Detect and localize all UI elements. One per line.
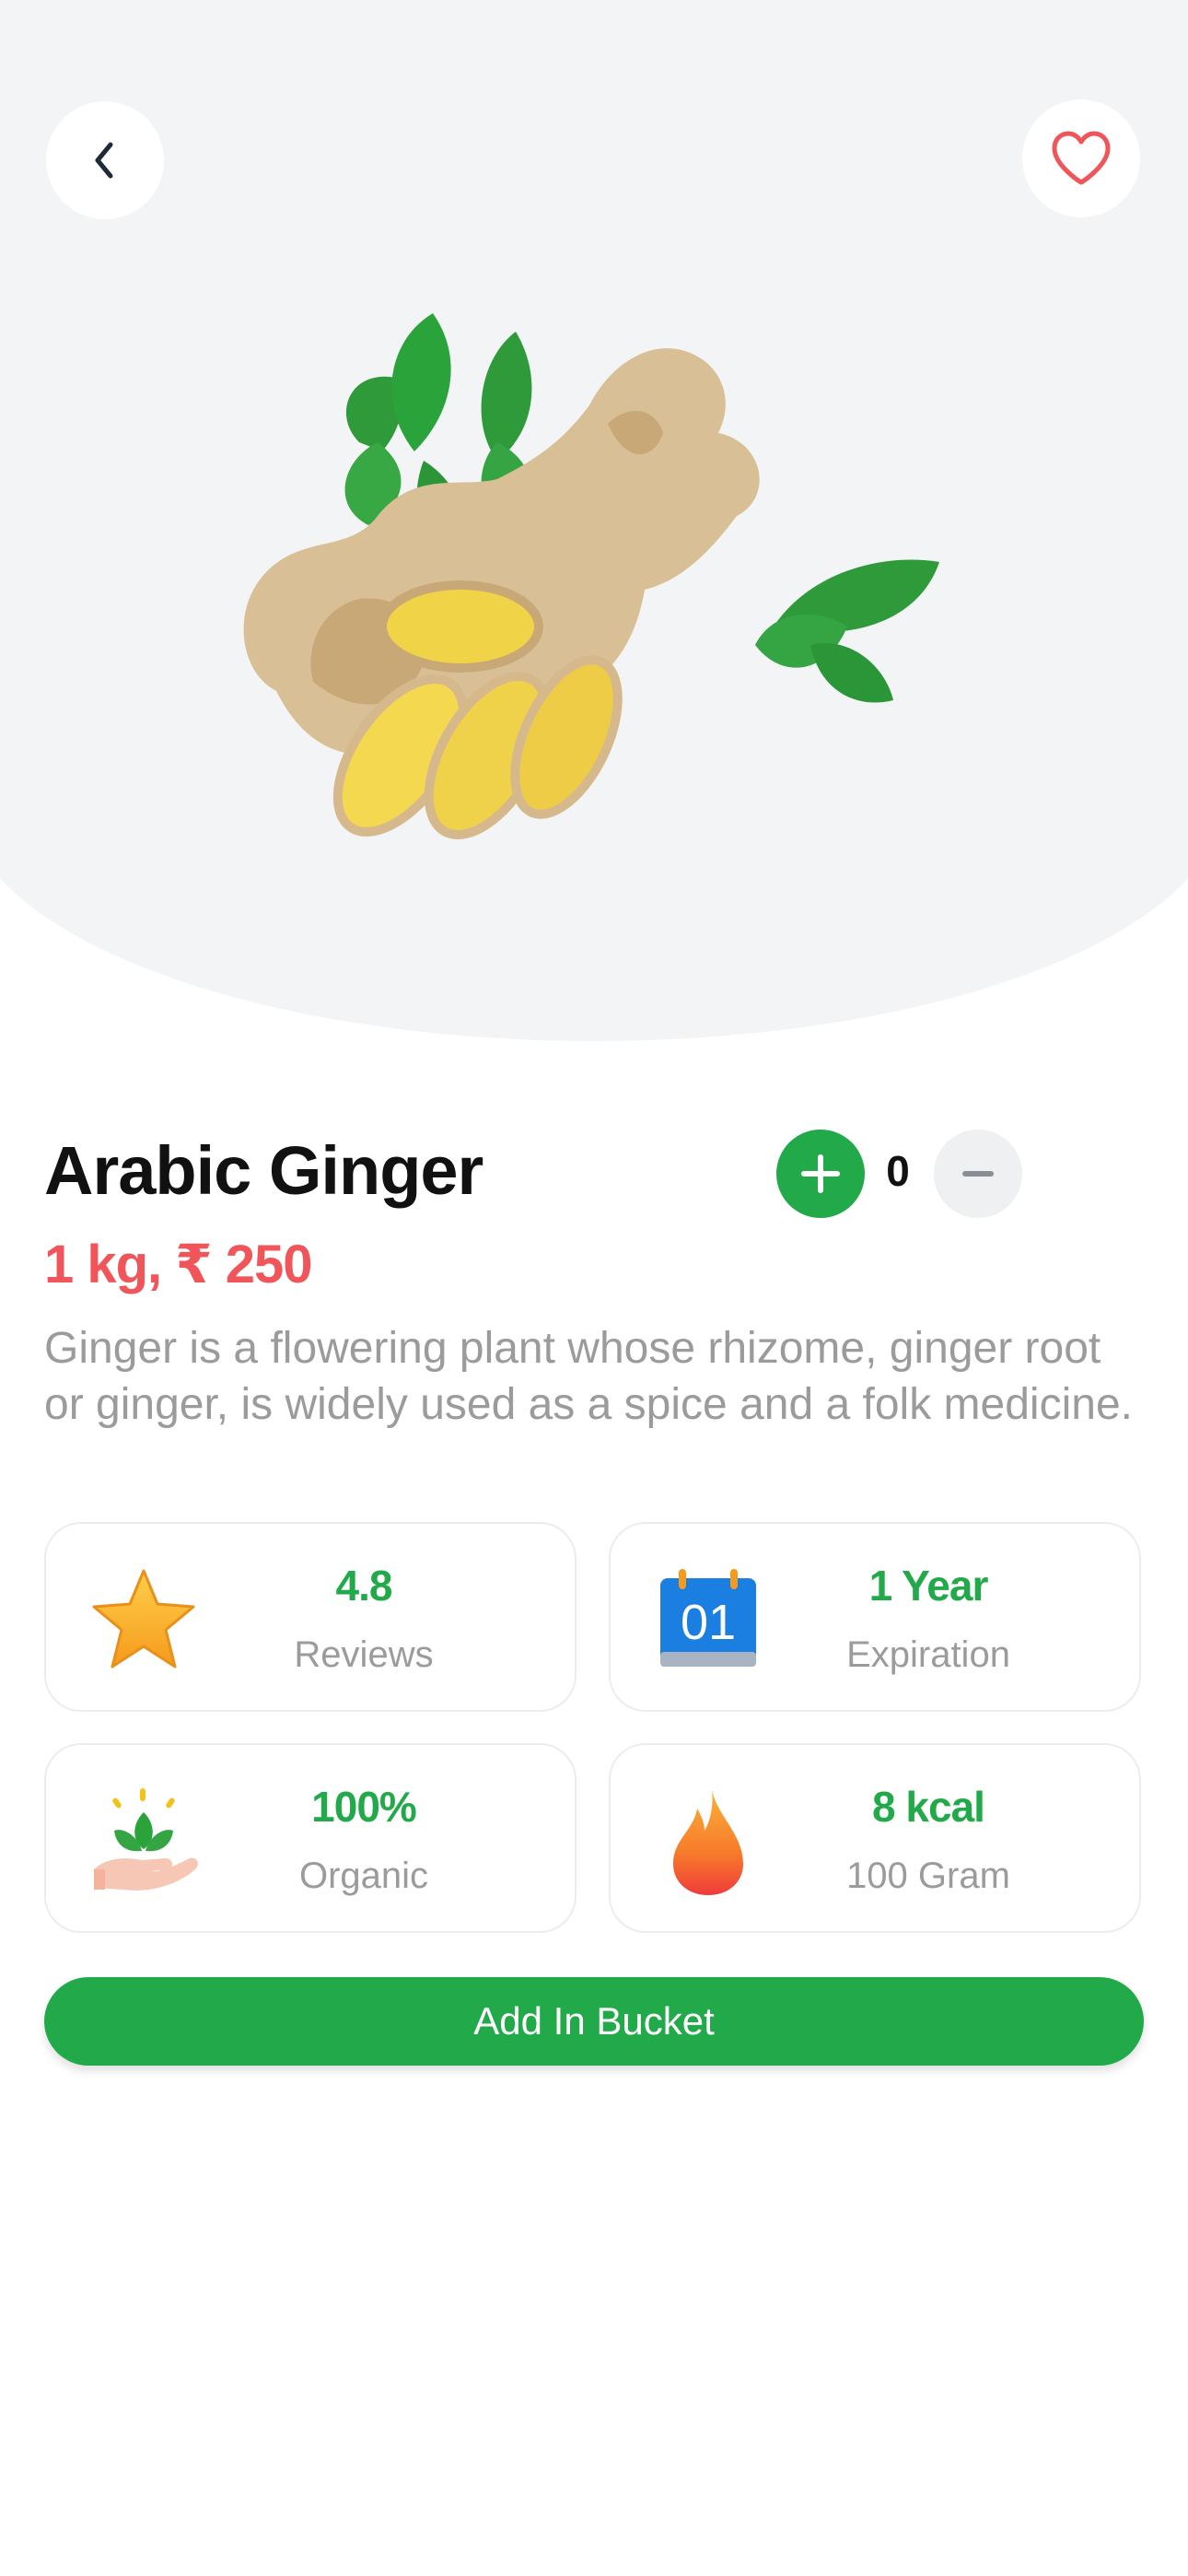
minus-icon	[962, 1171, 994, 1177]
stat-card-expiration: 01 1 Year Expiration	[609, 1522, 1141, 1712]
flame-icon	[673, 1790, 743, 1895]
product-detail-screen: Arabic Ginger 1 kg, ₹ 250 0 Ginger is a …	[0, 0, 1188, 2576]
calendar-icon: 01	[660, 1569, 756, 1667]
increase-quantity-button[interactable]	[776, 1130, 865, 1218]
chevron-left-icon	[95, 142, 113, 179]
plus-icon	[801, 1154, 840, 1193]
stat-value: 1 Year	[868, 1562, 989, 1610]
stat-label: 100 Gram	[846, 1856, 1010, 1896]
stat-value: 100%	[311, 1783, 417, 1831]
add-in-bucket-button[interactable]: Add In Bucket	[44, 1977, 1144, 2066]
stat-label: Reviews	[294, 1634, 434, 1675]
back-button[interactable]	[46, 101, 164, 219]
stat-label: Organic	[298, 1856, 429, 1896]
favorite-button[interactable]	[1022, 100, 1140, 217]
stat-card-calories: 8 kcal 100 Gram	[609, 1743, 1141, 1933]
stat-card-organic: 100% Organic	[44, 1743, 577, 1933]
stat-value: 8 kcal	[872, 1783, 985, 1831]
plant-hand-icon	[94, 1788, 198, 1891]
product-description: Ginger is a flowering plant whose rhizom…	[44, 1324, 1133, 1429]
star-icon	[92, 1569, 195, 1669]
product-title: Arabic Ginger	[44, 1132, 483, 1209]
stat-value: 4.8	[335, 1562, 393, 1610]
product-image	[243, 313, 939, 839]
decrease-quantity-button[interactable]	[934, 1130, 1022, 1218]
product-price: 1 kg, ₹ 250	[44, 1235, 313, 1294]
calendar-icon-text: 01	[681, 1595, 736, 1650]
heart-outline-icon	[1052, 131, 1111, 185]
stat-label: Expiration	[846, 1634, 1010, 1675]
quantity-value: 0	[886, 1147, 910, 1195]
stat-card-reviews: 4.8 Reviews	[44, 1522, 577, 1712]
